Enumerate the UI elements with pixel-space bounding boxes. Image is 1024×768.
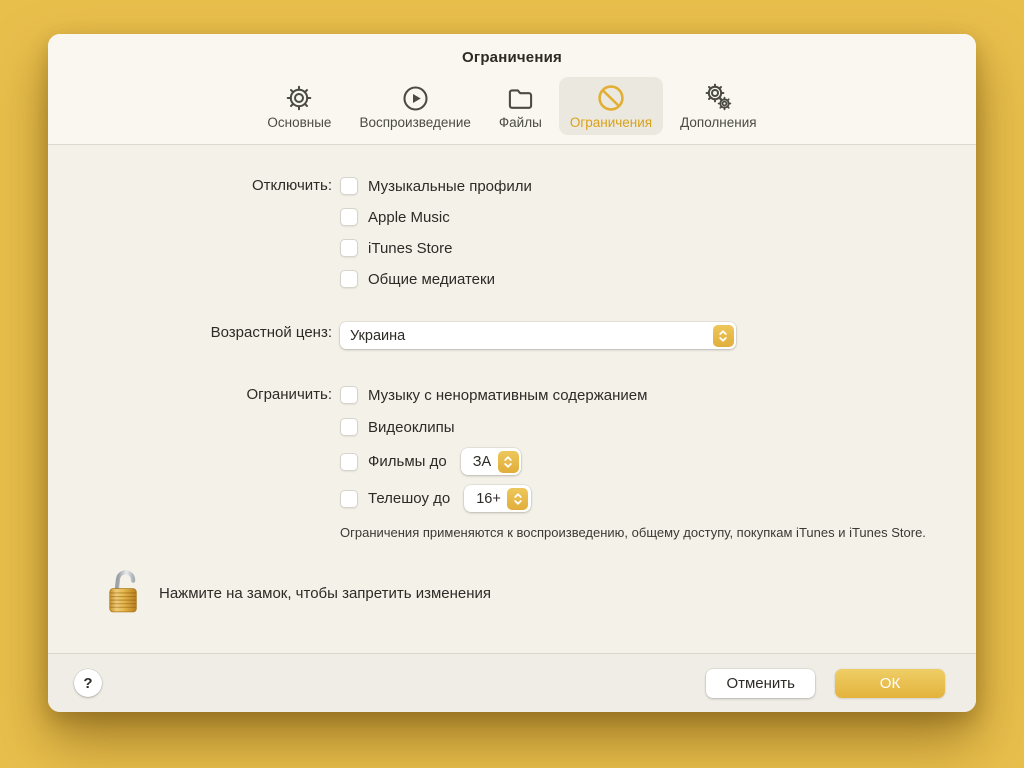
gear-icon [286,83,312,113]
checkbox-label: Видеоклипы [368,418,455,436]
disable-group: Отключить: Музыкальные профили Apple Mus… [48,175,976,290]
checkbox-shared-libraries[interactable] [340,270,358,288]
help-button[interactable]: ? [74,669,102,697]
window-title: Ограничения [462,49,562,66]
play-icon [402,83,429,113]
tv-rating-value: 16+ [476,490,501,507]
restrictions-pane: Отключить: Музыкальные профили Apple Mus… [48,145,976,653]
window-header: Ограничения Основные Воспроизведение Фай… [48,34,976,145]
ok-button[interactable]: ОК [835,668,945,698]
checkbox-label: Apple Music [368,208,450,226]
tab-restrictions[interactable]: Ограничения [558,77,664,135]
checkbox-itunes-store[interactable] [340,239,358,257]
checkbox-label: Музыкальные профили [368,177,532,195]
checkbox-row: Музыкальные профили [340,175,532,197]
country-select-value: Украина [350,327,406,344]
checkbox-movies[interactable] [340,452,358,471]
lock-row: Нажмите на замок, чтобы запретить измене… [105,565,976,622]
restrict-group: Ограничить: Музыку с ненормативным содер… [48,384,976,512]
tab-general[interactable]: Основные [256,77,342,135]
checkbox-row: Видеоклипы [340,416,647,438]
footer-bar: ? Отменить ОК [48,653,976,712]
checkbox-row: Телешоу до 16+ [340,485,647,512]
cancel-button[interactable]: Отменить [706,668,815,698]
checkbox-explicit-music[interactable] [340,386,358,404]
checkbox-label: Фильмы до [368,453,447,470]
country-select[interactable]: Украина [340,322,736,349]
checkbox-row: Apple Music [340,206,532,228]
checkbox-row: iTunes Store [340,237,532,259]
chevron-up-down-icon [712,324,734,347]
checkbox-row: Музыку с ненормативным содержанием [340,384,647,406]
checkbox-label: iTunes Store [368,239,453,257]
age-rating-label: Возрастной ценз: [210,324,332,341]
folder-icon [507,83,534,113]
checkbox-tv-shows[interactable] [340,489,358,508]
checkbox-apple-music[interactable] [340,208,358,226]
help-button-label: ? [83,674,93,692]
tv-rating-select[interactable]: 16+ [464,485,531,512]
restrictions-note: Ограничения применяются к воспроизведени… [340,525,926,540]
ok-button-label: ОК [879,674,901,692]
checkbox-row: Фильмы до ЗА [340,448,647,475]
gears-icon [703,83,733,113]
tab-addons[interactable]: Дополнения [669,77,767,135]
chevron-up-down-icon [497,450,519,473]
tab-label: Основные [267,115,332,130]
tab-files[interactable]: Файлы [488,77,553,135]
movies-rating-select[interactable]: ЗА [460,448,522,475]
checkbox-music-videos[interactable] [340,418,358,436]
tab-label: Ограничения [569,115,653,130]
preferences-window: Ограничения Основные Воспроизведение Фай… [48,34,976,712]
restrict-label: Ограничить: [246,386,332,403]
disable-label: Отключить: [252,177,332,194]
movies-rating-value: ЗА [472,453,492,470]
checkbox-music-profiles[interactable] [340,177,358,195]
checkbox-row: Общие медиатеки [340,268,532,290]
tab-playback[interactable]: Воспроизведение [348,77,481,135]
checkbox-label: Общие медиатеки [368,270,495,288]
checkbox-label: Телешоу до [368,490,451,507]
lock-icon[interactable] [105,565,143,622]
lock-message: Нажмите на замок, чтобы запретить измене… [159,584,492,602]
checkbox-label: Музыку с ненормативным содержанием [368,386,648,404]
age-rating-group: Возрастной ценз: Украина [48,322,976,349]
prohibition-icon [596,83,626,113]
tab-label: Воспроизведение [359,115,471,130]
preferences-toolbar: Основные Воспроизведение Файлы Ограничен… [48,66,976,144]
chevron-up-down-icon [507,487,529,510]
cancel-button-label: Отменить [726,674,795,692]
tab-label: Файлы [498,115,542,130]
tab-label: Дополнения [680,115,757,130]
